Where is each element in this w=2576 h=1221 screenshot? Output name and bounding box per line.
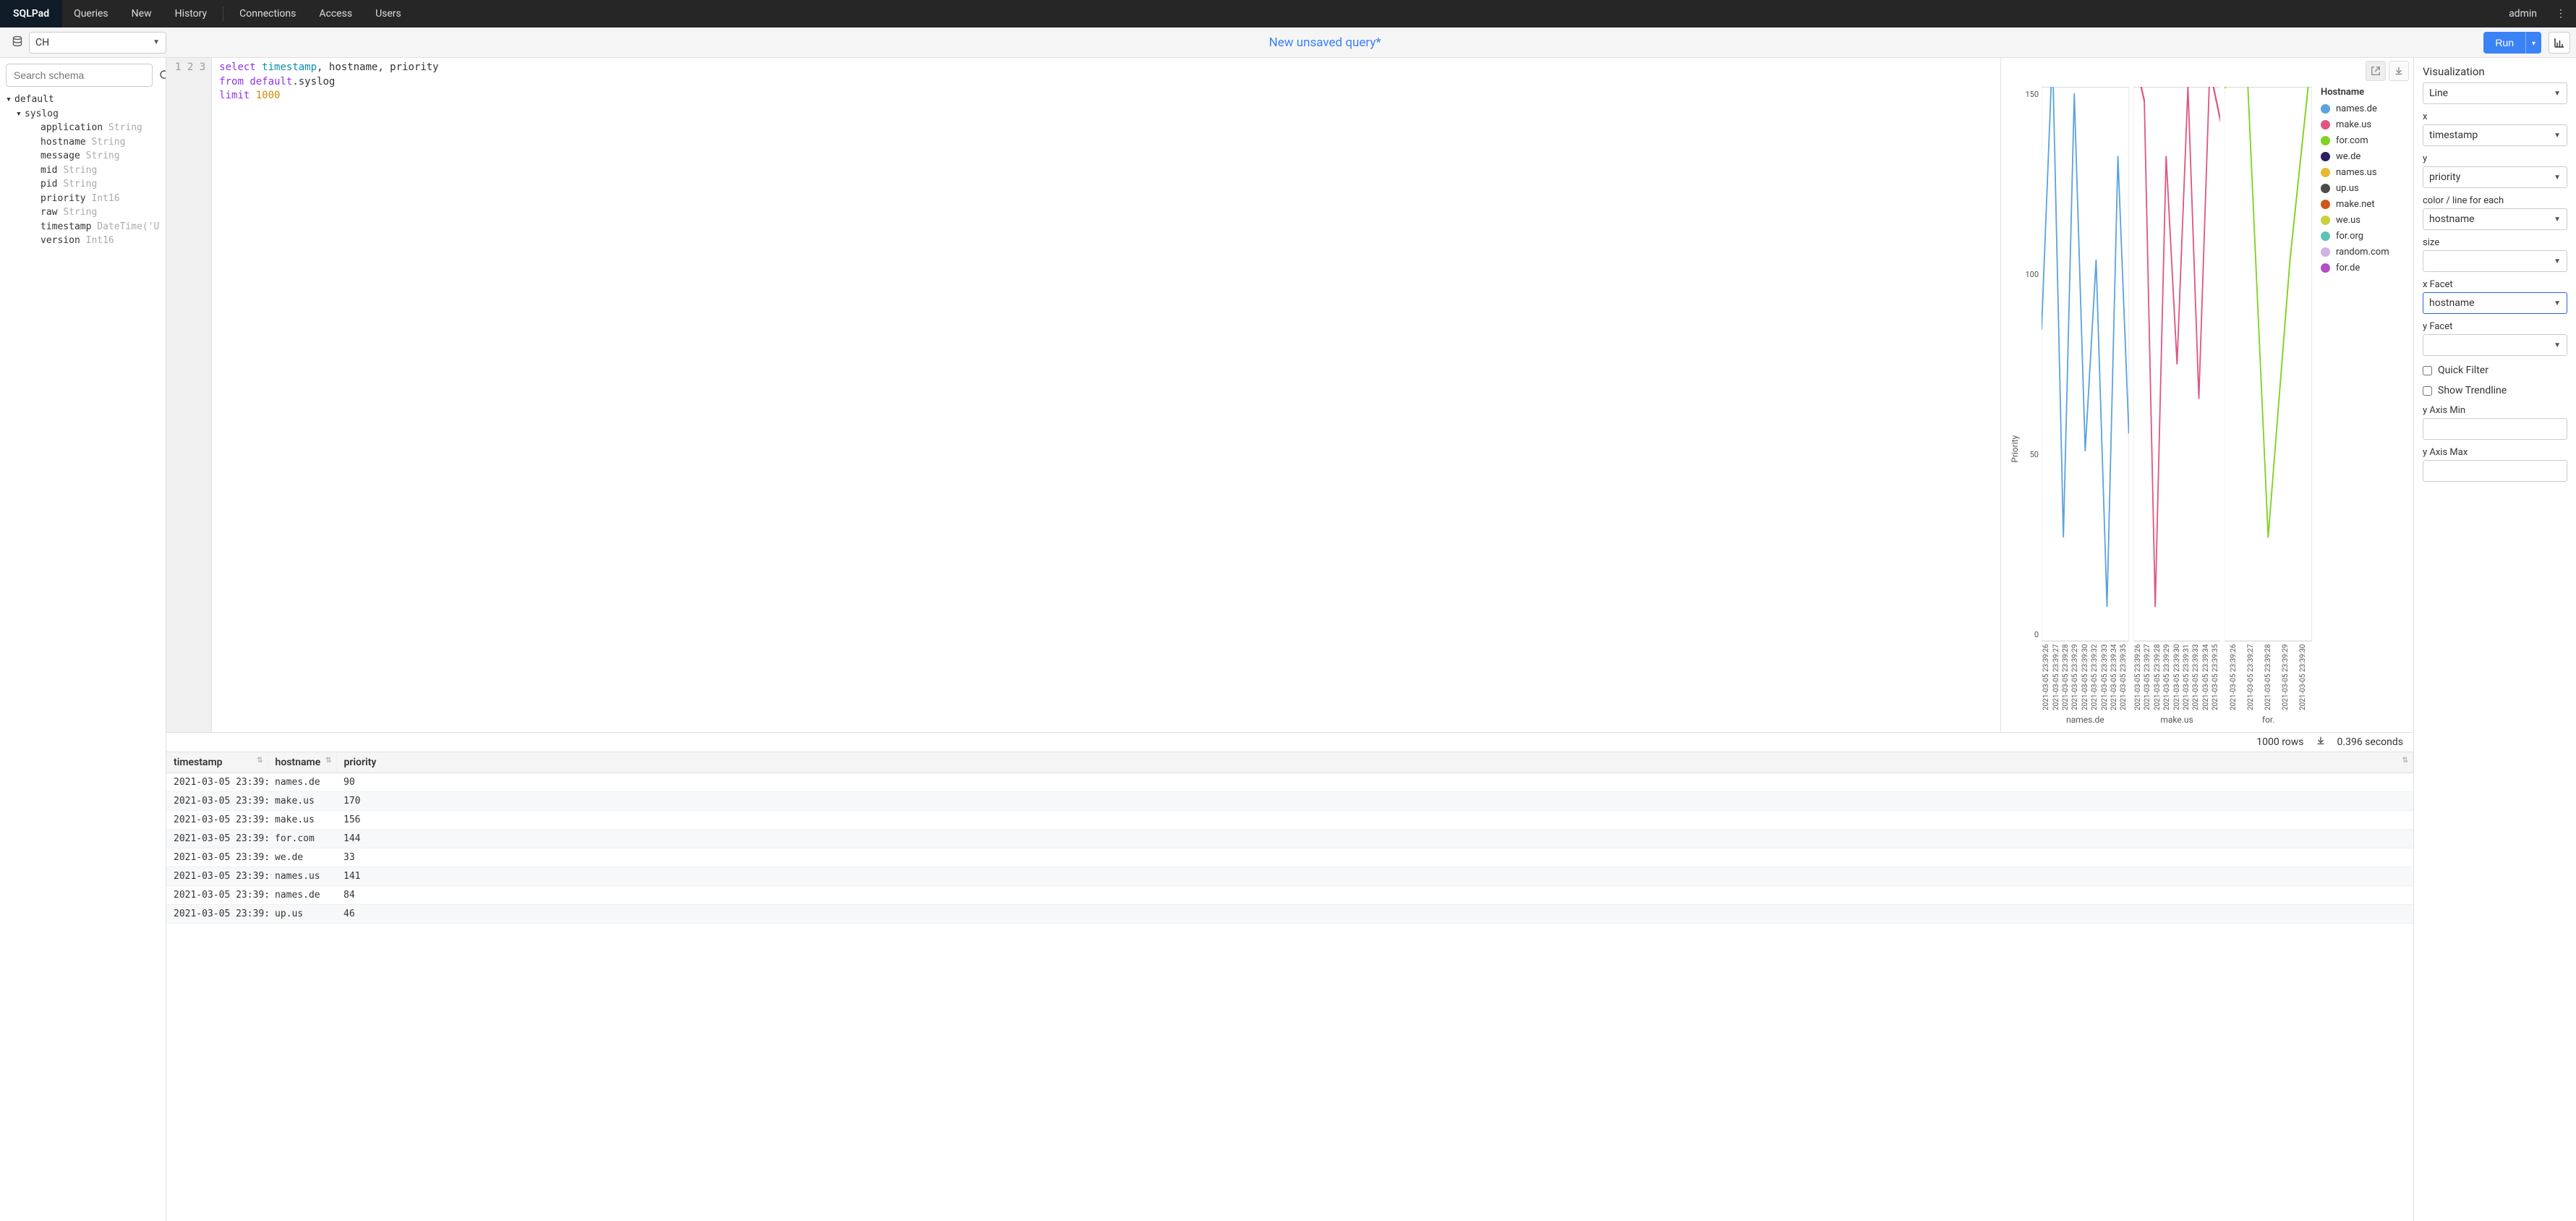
schema-db-node[interactable]: ▾default — [6, 93, 160, 107]
nav-history[interactable]: History — [163, 0, 219, 27]
nav-queries[interactable]: Queries — [62, 0, 120, 27]
legend-title: Hostname — [2321, 87, 2406, 98]
viz-x-select[interactable]: timestamp▼ — [2423, 124, 2567, 146]
legend-item[interactable]: make.us — [2321, 119, 2406, 130]
legend-item[interactable]: random.com — [2321, 247, 2406, 258]
table-row[interactable]: 2021-03-05 23:39:2we.de33 — [166, 848, 2413, 867]
chart-y-ticks: 150100500 — [2021, 87, 2042, 725]
schema-tree: ▾default ▾syslog application Stringhostn… — [6, 93, 160, 1215]
legend-item[interactable]: up.us — [2321, 183, 2406, 194]
table-row[interactable]: 2021-03-05 23:39:2names.us141 — [166, 867, 2413, 885]
table-row[interactable]: 2021-03-05 23:39:2names.de84 — [166, 885, 2413, 904]
schema-column[interactable]: application String — [6, 121, 160, 135]
brand-logo: SQLPad — [0, 0, 62, 27]
nav-users[interactable]: Users — [364, 0, 413, 27]
toolbar: CH ▼ New unsaved query* Run ▾ — [0, 27, 2576, 58]
connection-select[interactable]: CH ▼ — [29, 32, 166, 54]
viz-xfacet-select[interactable]: hostname▼ — [2423, 292, 2567, 314]
open-chart-icon[interactable] — [2366, 61, 2386, 81]
ymin-label: y Axis Min — [2423, 405, 2567, 416]
top-nav: SQLPad Queries New History Connections A… — [0, 0, 2576, 27]
legend-item[interactable]: names.us — [2321, 167, 2406, 178]
schema-column[interactable]: hostname String — [6, 135, 160, 150]
column-header[interactable]: priority⇅ — [336, 752, 2413, 773]
viz-y-select[interactable]: priority▼ — [2423, 166, 2567, 188]
legend-item[interactable]: for.org — [2321, 231, 2406, 242]
chart-y-label: Priority — [2008, 87, 2021, 725]
legend-item[interactable]: we.de — [2321, 151, 2406, 162]
chart-legend: Hostname names.de make.us for.com we.de name… — [2312, 87, 2406, 725]
column-header[interactable]: hostname⇅ — [268, 752, 336, 773]
schema-table-node[interactable]: ▾syslog — [6, 107, 160, 122]
nav-access[interactable]: Access — [307, 0, 364, 27]
row-count: 1000 rows — [2256, 736, 2303, 748]
column-header[interactable]: timestamp⇅ — [166, 752, 268, 773]
query-timing: 0.396 seconds — [2337, 736, 2403, 748]
chart-preview: Priority 150100500 2021-03-05 23:39:2620… — [2001, 58, 2413, 732]
download-chart-icon[interactable] — [2389, 61, 2409, 81]
results-panel: 1000 rows 0.396 seconds timestamp⇅hostna… — [166, 733, 2413, 1221]
table-row[interactable]: 2021-03-05 23:39:2for.com144 — [166, 829, 2413, 848]
schema-column[interactable]: raw String — [6, 205, 160, 220]
viz-size-select[interactable]: ▼ — [2423, 250, 2567, 272]
database-icon — [6, 35, 29, 50]
viz-color-label: color / line for each — [2423, 195, 2567, 206]
chart-toggle-button[interactable] — [2549, 32, 2570, 54]
table-row[interactable]: 2021-03-05 23:39:2make.us156 — [166, 810, 2413, 829]
schema-sidebar: ▾default ▾syslog application Stringhostn… — [0, 58, 166, 1221]
table-row[interactable]: 2021-03-05 23:39:2make.us170 — [166, 791, 2413, 810]
query-title[interactable]: New unsaved query* — [1269, 35, 1381, 50]
viz-config-panel: Visualization Line▼ x timestamp▼ y prior… — [2413, 58, 2576, 1221]
viz-panel-title: Visualization — [2423, 65, 2567, 78]
chart-facet: 2021-03-05 23:39:262021-03-05 23:39:2720… — [2042, 87, 2129, 725]
run-button[interactable]: Run — [2483, 32, 2525, 54]
sql-editor[interactable]: 1 2 3 select timestamp, hostname, priori… — [166, 58, 2001, 732]
run-dropdown-button[interactable]: ▾ — [2525, 32, 2541, 54]
kebab-menu-icon[interactable]: ⋮ — [2546, 8, 2576, 20]
chevron-down-icon: ▼ — [153, 38, 160, 46]
table-row[interactable]: 2021-03-05 23:39:2names.de90 — [166, 773, 2413, 791]
legend-item[interactable]: for.de — [2321, 263, 2406, 273]
schema-column[interactable]: priority Int16 — [6, 192, 160, 206]
editor-gutter: 1 2 3 — [166, 58, 212, 732]
trendline-label: Show Trendline — [2438, 385, 2507, 396]
legend-item[interactable]: for.com — [2321, 135, 2406, 146]
quick-filter-checkbox[interactable] — [2423, 366, 2432, 375]
viz-type-select[interactable]: Line▼ — [2423, 82, 2567, 104]
quick-filter-label: Quick Filter — [2438, 365, 2488, 376]
viz-yfacet-label: y Facet — [2423, 321, 2567, 332]
nav-connections[interactable]: Connections — [228, 0, 307, 27]
current-user[interactable]: admin — [2500, 8, 2546, 20]
schema-column[interactable]: pid String — [6, 177, 160, 192]
connection-value: CH — [35, 37, 49, 48]
results-table[interactable]: timestamp⇅hostname⇅priority⇅ 2021-03-05 … — [166, 752, 2413, 1221]
chart-facet: 2021-03-05 23:39:262021-03-05 23:39:2720… — [2225, 87, 2312, 725]
schema-column[interactable]: mid String — [6, 163, 160, 178]
table-row[interactable]: 2021-03-05 23:39:2up.us46 — [166, 904, 2413, 923]
schema-column[interactable]: message String — [6, 149, 160, 163]
nav-new[interactable]: New — [120, 0, 163, 27]
ymax-input[interactable] — [2423, 460, 2567, 482]
legend-item[interactable]: we.us — [2321, 215, 2406, 226]
viz-x-label: x — [2423, 111, 2567, 122]
search-schema-input[interactable] — [6, 64, 153, 87]
viz-xfacet-label: x Facet — [2423, 279, 2567, 290]
schema-column[interactable]: version Int16 — [6, 234, 160, 248]
trendline-checkbox[interactable] — [2423, 386, 2432, 396]
ymax-label: y Axis Max — [2423, 447, 2567, 458]
refresh-schema-button[interactable] — [158, 65, 166, 85]
editor-code[interactable]: select timestamp, hostname, priority fro… — [212, 58, 2000, 732]
viz-y-label: y — [2423, 153, 2567, 164]
viz-color-select[interactable]: hostname▼ — [2423, 208, 2567, 230]
legend-item[interactable]: names.de — [2321, 103, 2406, 114]
schema-column[interactable]: timestamp DateTime('UTC') — [6, 220, 160, 234]
download-results-icon[interactable] — [2316, 736, 2326, 749]
viz-yfacet-select[interactable]: ▼ — [2423, 334, 2567, 356]
viz-size-label: size — [2423, 237, 2567, 248]
ymin-input[interactable] — [2423, 418, 2567, 440]
legend-item[interactable]: make.net — [2321, 199, 2406, 210]
chart-facet: 2021-03-05 23:39:262021-03-05 23:39:2720… — [2133, 87, 2221, 725]
